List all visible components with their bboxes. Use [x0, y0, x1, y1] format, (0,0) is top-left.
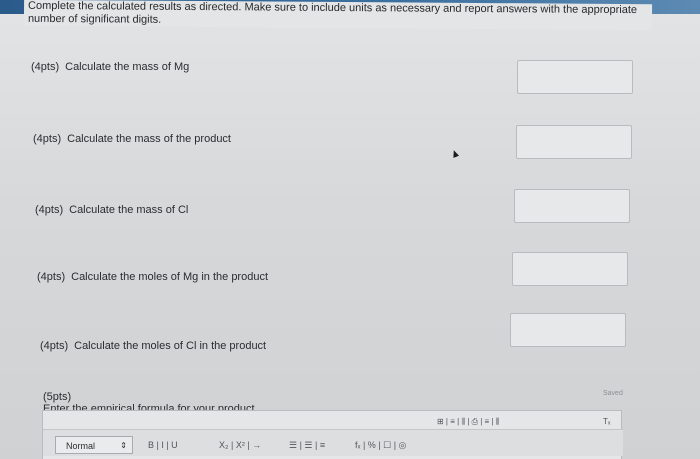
editor-toolbar: Normal ⇕ B | I | U X₂ | X² | → ☰ | ☰ | ≡…	[43, 429, 623, 456]
question-points: (4pts)	[35, 204, 64, 216]
answer-input-moles-cl[interactable]	[510, 313, 626, 347]
answer-input-mass-product[interactable]	[516, 125, 632, 159]
clear-format-icon[interactable]: Tₓ	[603, 417, 611, 426]
mouse-cursor-icon	[450, 149, 460, 158]
question-text: Calculate the mass of the product	[67, 133, 231, 145]
insert-tool-buttons[interactable]: fₓ | % | ☐ | ◎	[355, 440, 406, 451]
rich-text-editor[interactable]: Tₓ ⊞ | ≡ | ⫼ | ⎙ | ≡ | ⫼ Normal ⇕ B | I …	[42, 410, 623, 459]
answer-input-mass-cl[interactable]	[514, 189, 630, 223]
question-moles-mg: (4pts) Calculate the moles of Mg in the p…	[37, 271, 268, 283]
question-points: (4pts)	[37, 271, 66, 283]
question-moles-cl: (4pts) Calculate the moles of Cl in the p…	[40, 340, 266, 352]
question-points: (5pts)	[43, 391, 72, 403]
assignment-page: Complete the calculated results as direc…	[0, 0, 700, 459]
format-select[interactable]: Normal ⇕	[55, 436, 133, 454]
instructions-text: Complete the calculated results as direc…	[23, 0, 653, 31]
question-text: Calculate the moles of Mg in the product	[71, 271, 269, 283]
saved-status: Saved	[603, 390, 623, 397]
format-select-value: Normal	[66, 441, 96, 451]
table-tools[interactable]: ⊞ | ≡ | ⫼ | ⎙ | ≡ | ⫼	[437, 417, 499, 427]
question-text: Calculate the mass of Mg	[65, 61, 190, 73]
question-text: Calculate the moles of Cl in the product	[74, 340, 267, 352]
question-points: (4pts)	[33, 133, 62, 145]
question-points: (4pts)	[31, 61, 60, 73]
script-buttons[interactable]: X₂ | X² | →	[219, 440, 261, 450]
answer-input-mass-mg[interactable]	[517, 60, 633, 94]
question-mass-mg: (4pts) Calculate the mass of Mg	[31, 61, 189, 73]
list-buttons[interactable]: ☰ | ☰ | ≡	[289, 440, 325, 451]
question-points: (4pts)	[40, 340, 69, 352]
question-mass-product: (4pts) Calculate the mass of the product	[33, 133, 231, 145]
answer-input-moles-mg[interactable]	[512, 252, 628, 286]
text-style-buttons[interactable]: B | I | U	[148, 440, 178, 450]
question-mass-cl: (4pts) Calculate the mass of Cl	[35, 204, 188, 216]
select-arrow-icon: ⇕	[120, 441, 127, 450]
question-text: Calculate the mass of Cl	[69, 204, 189, 216]
